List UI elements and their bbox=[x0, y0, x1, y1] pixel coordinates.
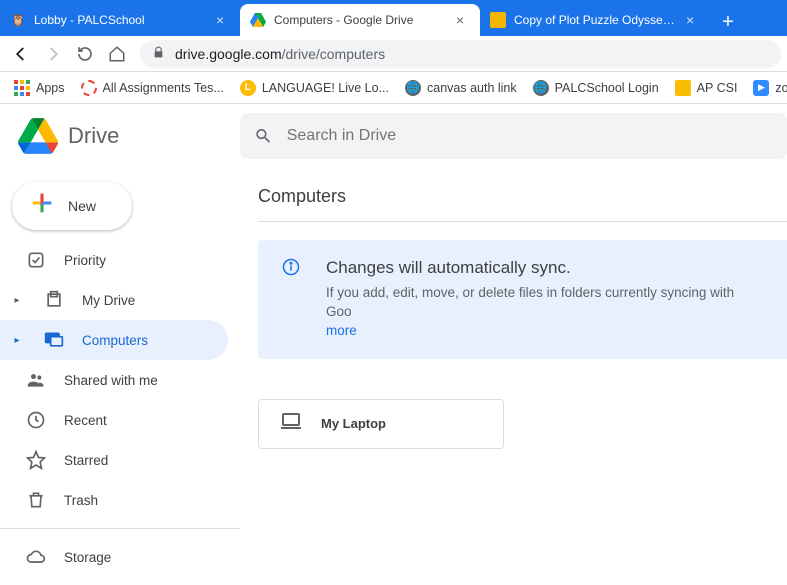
bookmark-label: All Assignments Tes... bbox=[103, 81, 224, 95]
tab-lobby[interactable]: 🦉 Lobby - PALCSchool × bbox=[0, 4, 240, 36]
nav-label: Priority bbox=[64, 253, 106, 268]
priority-icon bbox=[26, 250, 46, 270]
computers-icon bbox=[44, 330, 64, 350]
search-bar[interactable] bbox=[240, 113, 787, 159]
nav-mydrive[interactable]: ▸ My Drive bbox=[0, 280, 228, 320]
nav-label: Computers bbox=[82, 333, 148, 348]
chevron-right-icon: ▸ bbox=[8, 335, 26, 346]
banner-more-link[interactable]: more bbox=[326, 323, 357, 338]
chevron-right-icon: ▸ bbox=[8, 295, 26, 306]
nav-shared[interactable]: Shared with me bbox=[0, 360, 228, 400]
nav-label: Recent bbox=[64, 413, 107, 428]
plus-icon bbox=[28, 189, 56, 224]
drive-icon bbox=[250, 12, 266, 28]
globe-icon: 🌐 bbox=[405, 80, 421, 96]
forward-button[interactable] bbox=[38, 39, 68, 69]
drive-logo[interactable]: Drive bbox=[0, 118, 240, 154]
circle-icon bbox=[81, 80, 97, 96]
bookmark-assignments[interactable]: All Assignments Tes... bbox=[75, 76, 230, 100]
main-content: Computers Changes will automatically syn… bbox=[240, 168, 787, 585]
bookmark-palcschool[interactable]: 🌐 PALCSchool Login bbox=[527, 76, 665, 100]
drive-logo-icon bbox=[18, 118, 58, 154]
tab-slides[interactable]: Copy of Plot Puzzle Odyssey - Go × bbox=[480, 4, 710, 36]
bookmark-canvas[interactable]: 🌐 canvas auth link bbox=[399, 76, 523, 100]
bookmark-language[interactable]: L LANGUAGE! Live Lo... bbox=[234, 76, 395, 100]
new-button-label: New bbox=[68, 198, 96, 214]
cloud-icon bbox=[26, 547, 46, 567]
info-banner: Changes will automatically sync. If you … bbox=[258, 240, 787, 359]
bookmarks-bar: Apps All Assignments Tes... L LANGUAGE! … bbox=[0, 72, 787, 104]
nav-storage[interactable]: Storage bbox=[0, 537, 228, 577]
bookmark-label: Apps bbox=[36, 81, 65, 95]
close-icon[interactable]: × bbox=[686, 12, 700, 28]
star-icon bbox=[26, 450, 46, 470]
device-card[interactable]: My Laptop bbox=[258, 399, 504, 449]
tab-title: Lobby - PALCSchool bbox=[34, 13, 208, 27]
browser-tab-strip: 🦉 Lobby - PALCSchool × Computers - Googl… bbox=[0, 0, 787, 36]
nav-label: Trash bbox=[64, 493, 98, 508]
apps-icon bbox=[14, 80, 30, 96]
apcsi-icon bbox=[675, 80, 691, 96]
drive-header: Drive bbox=[0, 104, 787, 168]
banner-heading: Changes will automatically sync. bbox=[326, 258, 763, 278]
zoom-icon: ▶ bbox=[753, 80, 769, 96]
trash-icon bbox=[26, 490, 46, 510]
drive-logo-text: Drive bbox=[68, 123, 119, 149]
home-button[interactable] bbox=[102, 39, 132, 69]
address-bar[interactable]: drive.google.com/drive/computers bbox=[140, 40, 781, 68]
owl-icon: 🦉 bbox=[10, 12, 26, 28]
nav-label: Starred bbox=[64, 453, 108, 468]
shared-icon bbox=[26, 370, 46, 390]
info-icon bbox=[282, 258, 302, 341]
new-tab-button[interactable]: + bbox=[714, 8, 742, 36]
drive-small-icon bbox=[44, 290, 64, 310]
laptop-icon bbox=[279, 409, 303, 438]
url-text: drive.google.com/drive/computers bbox=[175, 46, 385, 62]
tab-drive[interactable]: Computers - Google Drive × bbox=[240, 4, 480, 36]
bookmark-zoom[interactable]: ▶ zoom.us bbox=[747, 76, 787, 100]
slides-icon bbox=[490, 12, 506, 28]
new-button[interactable]: New bbox=[12, 182, 132, 230]
bookmark-label: AP CSI bbox=[697, 81, 738, 95]
language-icon: L bbox=[240, 80, 256, 96]
globe-icon: 🌐 bbox=[533, 80, 549, 96]
nav-recent[interactable]: Recent bbox=[0, 400, 228, 440]
bookmark-label: LANGUAGE! Live Lo... bbox=[262, 81, 389, 95]
divider bbox=[0, 528, 240, 529]
tab-title: Copy of Plot Puzzle Odyssey - Go bbox=[514, 13, 678, 27]
bookmark-label: zoom.us bbox=[775, 81, 787, 95]
bookmark-label: PALCSchool Login bbox=[555, 81, 659, 95]
page-title: Computers bbox=[258, 186, 787, 222]
nav-computers[interactable]: ▸ Computers bbox=[0, 320, 228, 360]
lock-icon bbox=[152, 46, 165, 62]
nav-label: Shared with me bbox=[64, 373, 158, 388]
reload-button[interactable] bbox=[70, 39, 100, 69]
browser-toolbar: drive.google.com/drive/computers bbox=[0, 36, 787, 72]
tab-title: Computers - Google Drive bbox=[274, 13, 448, 27]
close-icon[interactable]: × bbox=[456, 12, 470, 28]
sidebar: New Priority ▸ My Drive ▸ Computers Shar… bbox=[0, 168, 240, 585]
device-name: My Laptop bbox=[321, 416, 386, 431]
apps-button[interactable]: Apps bbox=[8, 76, 71, 100]
bookmark-label: canvas auth link bbox=[427, 81, 517, 95]
nav-starred[interactable]: Starred bbox=[0, 440, 228, 480]
nav-trash[interactable]: Trash bbox=[0, 480, 228, 520]
bookmark-apcsi[interactable]: AP CSI bbox=[669, 76, 744, 100]
nav-priority[interactable]: Priority bbox=[0, 240, 228, 280]
banner-body: If you add, edit, move, or delete files … bbox=[326, 285, 734, 319]
close-icon[interactable]: × bbox=[216, 12, 230, 28]
nav-label: My Drive bbox=[82, 293, 135, 308]
back-button[interactable] bbox=[6, 39, 36, 69]
search-input[interactable] bbox=[287, 127, 773, 145]
clock-icon bbox=[26, 410, 46, 430]
search-icon bbox=[254, 126, 273, 146]
nav-label: Storage bbox=[64, 550, 111, 565]
